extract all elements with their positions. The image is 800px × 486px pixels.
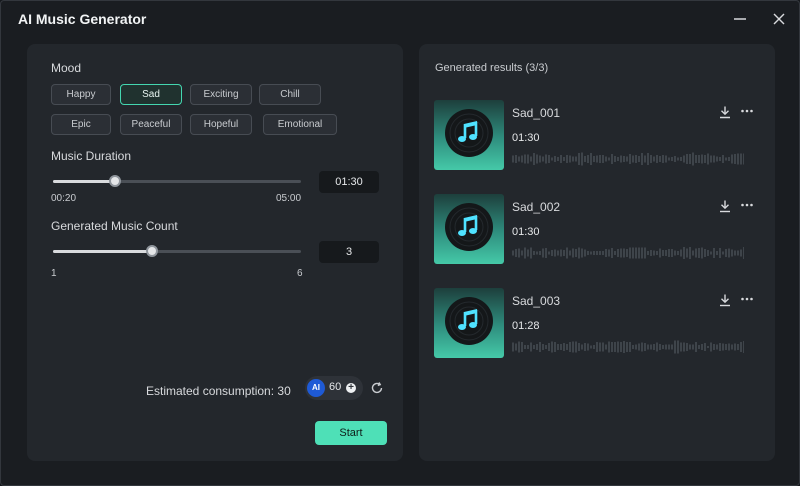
track-duration: 01:28 [512, 320, 540, 332]
result-item[interactable]: Sad_001 01:30 [434, 100, 764, 170]
track-name: Sad_003 [512, 294, 561, 308]
more-icon[interactable] [740, 104, 754, 118]
waveform[interactable] [512, 246, 744, 260]
duration-value-field[interactable]: 01:30 [319, 171, 379, 193]
ai-credit-icon: AI [307, 379, 325, 397]
mood-label: Mood [51, 61, 82, 75]
result-item[interactable]: Sad_003 01:28 [434, 288, 764, 358]
count-max-label: 6 [297, 268, 303, 279]
settings-panel: Mood Happy Sad Exciting Chill Epic Peaceful Ho… [27, 44, 403, 461]
add-credits-icon[interactable]: + [346, 383, 356, 393]
count-slider[interactable] [53, 250, 301, 253]
results-panel: Generated results (3/3) Sad_001 01:30 Sad_… [419, 44, 775, 461]
close-icon [773, 13, 785, 25]
more-icon[interactable] [740, 198, 754, 212]
minimize-icon [734, 18, 746, 20]
mood-chip-emotional[interactable]: Emotional [263, 114, 337, 135]
title-bar: AI Music Generator [1, 1, 799, 37]
mood-chip-peaceful[interactable]: Peaceful [120, 114, 182, 135]
music-note-icon [445, 203, 493, 251]
start-button[interactable]: Start [315, 421, 387, 445]
duration-max-label: 05:00 [276, 193, 302, 204]
duration-slider[interactable] [53, 180, 301, 183]
result-item[interactable]: Sad_002 01:30 [434, 194, 764, 264]
minimize-button[interactable] [731, 10, 749, 28]
track-duration: 01:30 [512, 226, 540, 238]
window-title: AI Music Generator [18, 11, 147, 27]
mood-chip-hopeful[interactable]: Hopeful [190, 114, 252, 135]
album-cover [434, 194, 504, 264]
track-name: Sad_002 [512, 200, 561, 214]
more-icon[interactable] [740, 292, 754, 306]
estimated-consumption: Estimated consumption: 30 [146, 384, 291, 398]
close-button[interactable] [770, 10, 788, 28]
refresh-icon[interactable] [370, 381, 384, 395]
music-note-icon [445, 297, 493, 345]
download-icon[interactable] [718, 105, 732, 119]
ai-music-generator-window: AI Music Generator Mood Happy Sad Exciting… [0, 0, 800, 486]
mood-chip-sad[interactable]: Sad [120, 84, 182, 105]
mood-chip-exciting[interactable]: Exciting [190, 84, 252, 105]
duration-slider-fill [53, 180, 115, 183]
count-min-label: 1 [51, 268, 57, 279]
mood-chip-chill[interactable]: Chill [259, 84, 321, 105]
duration-label: Music Duration [51, 149, 132, 163]
music-note-icon [445, 109, 493, 157]
count-label: Generated Music Count [51, 219, 178, 233]
waveform[interactable] [512, 340, 744, 354]
mood-chip-happy[interactable]: Happy [51, 84, 111, 105]
download-icon[interactable] [718, 199, 732, 213]
album-cover [434, 288, 504, 358]
duration-min-label: 00:20 [51, 193, 77, 204]
credits-pill: AI 60 + [305, 376, 363, 400]
waveform[interactable] [512, 152, 744, 166]
download-icon[interactable] [718, 293, 732, 307]
results-title: Generated results (3/3) [435, 62, 549, 74]
track-name: Sad_001 [512, 106, 561, 120]
duration-slider-thumb[interactable] [109, 175, 121, 187]
count-value-field[interactable]: 3 [319, 241, 379, 263]
track-duration: 01:30 [512, 132, 540, 144]
credit-balance: 60 [329, 381, 342, 393]
album-cover [434, 100, 504, 170]
mood-chip-epic[interactable]: Epic [51, 114, 111, 135]
count-slider-thumb[interactable] [146, 245, 159, 257]
count-slider-fill [53, 250, 153, 253]
